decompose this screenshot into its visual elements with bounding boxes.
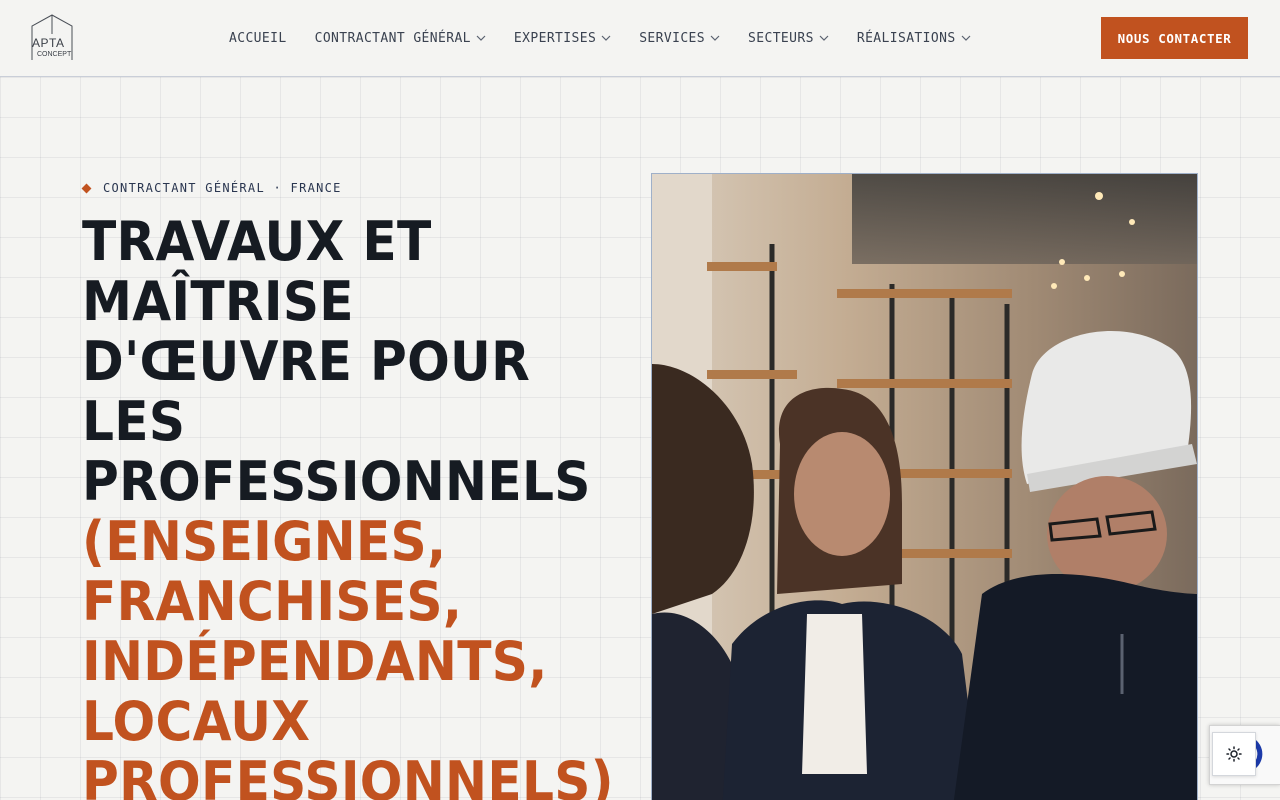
hero-title: TRAVAUX ET MAÎTRISE D'ŒUVRE POUR LES PRO…	[82, 210, 614, 800]
hero-photo-illustration	[652, 174, 1197, 800]
nav-item-label: SECTEURS	[748, 30, 814, 46]
hero-eyebrow: CONTRACTANT GÉNÉRAL · FRANCE	[81, 181, 342, 195]
chevron-down-icon	[710, 35, 720, 41]
nav-item-label: RÉALISATIONS	[856, 30, 956, 46]
nav-item-label: CONTRACTANT GÉNÉRAL	[314, 30, 471, 46]
main-nav: ACCUEIL CONTRACTANT GÉNÉRAL EXPERTISES S…	[229, 29, 999, 47]
chevron-down-icon	[819, 35, 829, 41]
eyebrow-text: CONTRACTANT GÉNÉRAL · FRANCE	[103, 181, 342, 195]
brand-name: APTA	[32, 36, 65, 50]
chevron-down-icon	[961, 35, 971, 41]
hero-title-accent: (ENSEIGNES, FRANCHISES, INDÉPENDANTS, LO…	[82, 510, 614, 800]
theme-toggle-button[interactable]	[1212, 732, 1256, 776]
nav-item-label: EXPERTISES	[513, 30, 597, 46]
diamond-bullet-icon	[81, 183, 92, 193]
nav-item-realisations[interactable]: RÉALISATIONS	[857, 31, 971, 46]
nav-item-accueil[interactable]: ACCUEIL	[229, 31, 287, 46]
sun-icon	[1226, 746, 1242, 762]
nav-item-expertises[interactable]: EXPERTISES	[514, 31, 611, 46]
hero-photo-team-with-hard-hat	[651, 173, 1198, 800]
site-header: APTA CONCEPT ACCUEIL CONTRACTANT GÉNÉRAL…	[0, 0, 1280, 77]
contact-button[interactable]: NOUS CONTACTER	[1101, 17, 1248, 59]
nav-item-label: SERVICES	[639, 30, 706, 46]
nav-item-contractant-general[interactable]: CONTRACTANT GÉNÉRAL	[315, 31, 486, 46]
nav-item-services[interactable]: SERVICES	[639, 31, 720, 46]
brand-tagline: CONCEPT	[37, 51, 72, 58]
brand-logo[interactable]: APTA CONCEPT	[31, 14, 73, 62]
chevron-down-icon	[601, 35, 611, 41]
hero-title-main: TRAVAUX ET MAÎTRISE D'ŒUVRE POUR LES PRO…	[82, 210, 591, 513]
chevron-down-icon	[476, 35, 486, 41]
nav-item-secteurs[interactable]: SECTEURS	[748, 31, 829, 46]
nav-item-label: ACCUEIL	[229, 30, 287, 46]
